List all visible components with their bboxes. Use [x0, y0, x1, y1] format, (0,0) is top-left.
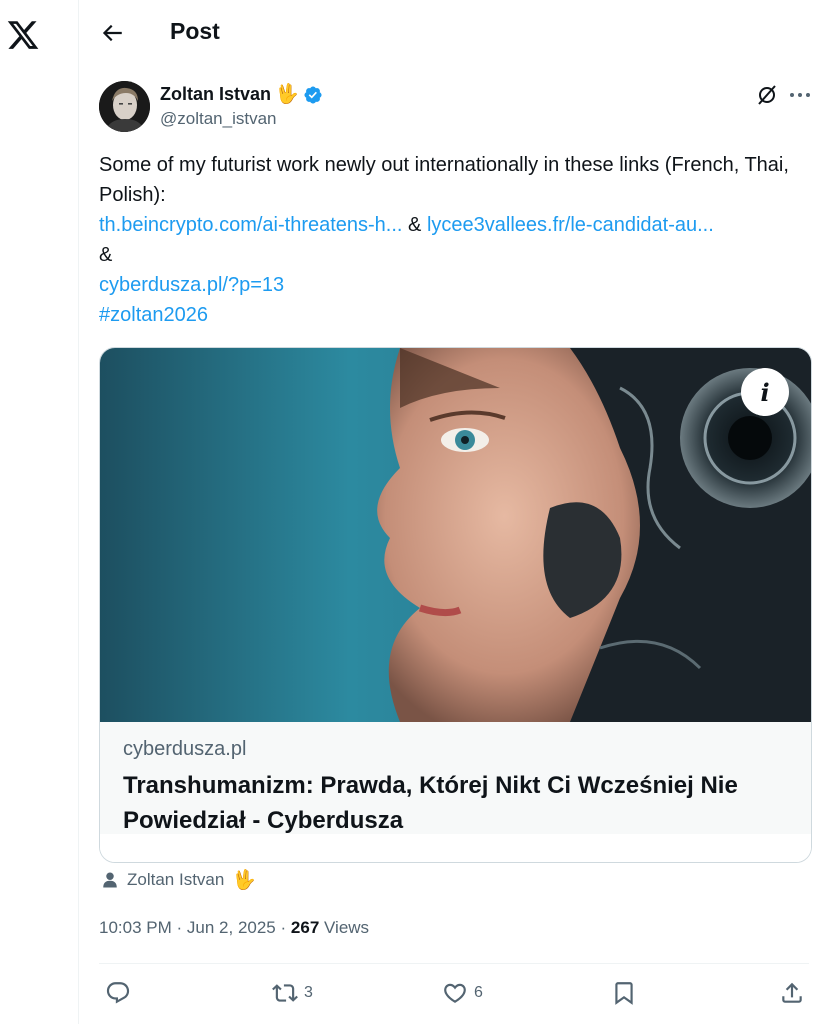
divider: [99, 963, 809, 964]
post-time[interactable]: 10:03 PM: [99, 918, 172, 937]
repost-icon: [272, 984, 298, 1002]
reply-button[interactable]: [105, 980, 137, 1006]
verified-badge-icon[interactable]: [303, 85, 323, 105]
bookmark-button[interactable]: [611, 980, 637, 1006]
bookmark-icon: [615, 982, 633, 1005]
vulcan-salute-emoji: 🖖: [232, 869, 256, 891]
meta-separator: ·: [176, 918, 183, 937]
share-button[interactable]: [779, 980, 805, 1006]
meta-separator: ·: [280, 918, 287, 937]
card-attribution[interactable]: Zoltan Istvan 🖖: [101, 870, 256, 890]
repost-count: 3: [304, 984, 313, 1001]
ampersand-text: &: [408, 214, 422, 236]
link-beincrypto[interactable]: th.beincrypto.com/ai-threatens-h...: [99, 214, 402, 236]
page-title: Post: [170, 18, 220, 44]
share-icon: [782, 982, 802, 1003]
vulcan-salute-emoji: 🖖: [275, 84, 299, 105]
hashtag-link[interactable]: #zoltan2026: [99, 300, 819, 330]
ampersand-text: &: [99, 244, 113, 266]
x-logo-icon[interactable]: [6, 18, 40, 52]
link-cyberdusza[interactable]: cyberdusza.pl/?p=13: [99, 270, 819, 300]
link-lycee3vallees[interactable]: lycee3vallees.fr/le-candidat-au...: [427, 214, 714, 236]
post-meta: 10:03 PM · Jun 2, 2025 · 267 Views: [99, 918, 369, 938]
card-title: Transhumanizm: Prawda, Której Nikt Ci Wc…: [123, 772, 738, 834]
tweet-links-row: th.beincrypto.com/ai-threatens-h... & ly…: [99, 210, 819, 240]
tweet-text-line: Some of my futurist work newly out inter…: [99, 154, 789, 206]
person-icon: [103, 872, 117, 888]
action-bar: 3 6: [79, 975, 829, 1015]
heart-icon: [444, 983, 466, 1003]
author-handle[interactable]: @zoltan_istvan: [160, 109, 277, 129]
info-button[interactable]: i: [741, 368, 789, 416]
author-name-text[interactable]: Zoltan Istvan: [160, 84, 271, 105]
views-count: 267: [290, 918, 320, 937]
post-date[interactable]: Jun 2, 2025: [187, 918, 276, 937]
grok-icon[interactable]: [755, 83, 779, 107]
reply-icon: [106, 982, 130, 1004]
card-footer: [100, 834, 811, 862]
like-button[interactable]: 6: [442, 980, 483, 1006]
like-count: 6: [474, 984, 483, 1001]
card-domain: cyberdusza.pl: [123, 738, 247, 760]
author-name[interactable]: Zoltan Istvan 🖖: [160, 84, 323, 105]
repost-button[interactable]: 3: [272, 980, 313, 1006]
more-options-icon[interactable]: [787, 83, 813, 107]
arrow-left-icon[interactable]: [99, 20, 125, 46]
card-image[interactable]: [100, 348, 812, 722]
post-column: Post Zoltan Istvan 🖖 @zoltan_istvan Some…: [79, 0, 829, 1024]
attribution-name[interactable]: Zoltan Istvan: [127, 870, 224, 890]
left-rail: [0, 0, 79, 1024]
views-label: Views: [324, 918, 370, 937]
link-preview-card[interactable]: i cyberdusza.pl Transhumanizm: Prawda, K…: [99, 347, 812, 863]
top-bar: Post: [79, 0, 829, 66]
avatar[interactable]: [99, 81, 150, 132]
tweet-text: Some of my futurist work newly out inter…: [99, 150, 819, 330]
